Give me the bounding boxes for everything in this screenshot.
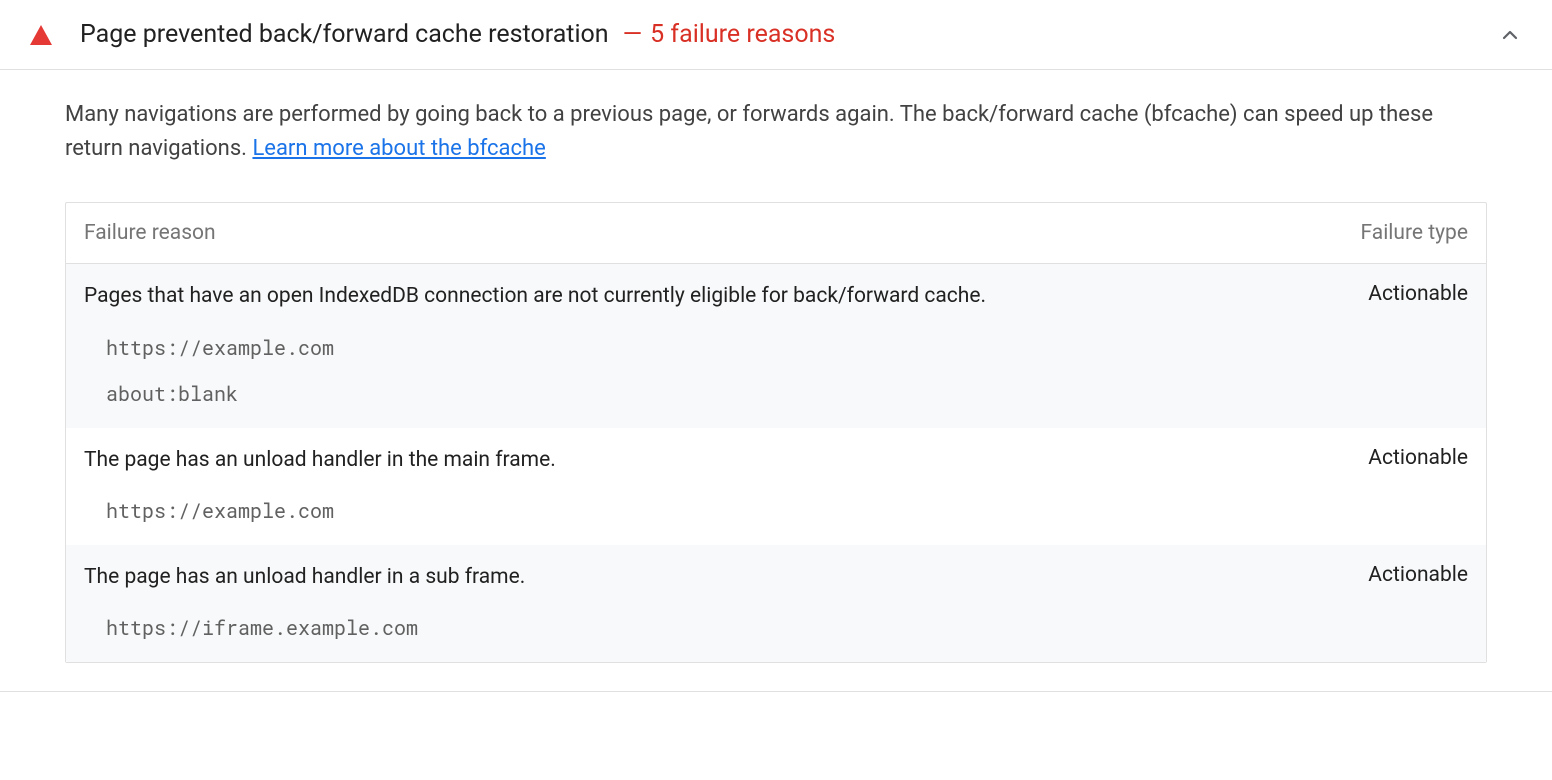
badge-text: 5 failure reasons (650, 20, 835, 49)
frame-url: https://example.com (106, 334, 1468, 362)
audit-container: Page prevented back/forward cache restor… (0, 0, 1552, 692)
audit-failure-count: —5 failure reasons (623, 20, 836, 49)
table-header: Failure reason Failure type (66, 203, 1486, 264)
row-main: The page has an unload handler in the ma… (84, 446, 1468, 475)
table-row: The page has an unload handler in a sub … (66, 545, 1486, 662)
failure-table: Failure reason Failure type Pages that h… (65, 202, 1487, 663)
frame-url: https://example.com (106, 497, 1468, 525)
failure-type: Actionable (1368, 282, 1468, 306)
audit-body: Many navigations are performed by going … (0, 70, 1552, 663)
audit-header[interactable]: Page prevented back/forward cache restor… (0, 0, 1552, 70)
chevron-up-icon[interactable] (1498, 23, 1522, 47)
column-header-reason: Failure reason (84, 221, 1361, 245)
failure-reason: Pages that have an open IndexedDB connec… (84, 282, 1344, 311)
column-header-type: Failure type (1361, 221, 1468, 245)
frame-url: https://iframe.example.com (106, 614, 1468, 642)
table-row: The page has an unload handler in the ma… (66, 428, 1486, 545)
failure-reason: The page has an unload handler in a sub … (84, 563, 1344, 592)
sub-items: https://example.com about:blank (84, 334, 1468, 408)
failure-type: Actionable (1368, 446, 1468, 470)
row-main: Pages that have an open IndexedDB connec… (84, 282, 1468, 311)
frame-url: about:blank (106, 380, 1468, 408)
badge-dash: — (623, 20, 643, 49)
footer-border (0, 691, 1552, 692)
table-row: Pages that have an open IndexedDB connec… (66, 264, 1486, 427)
audit-description: Many navigations are performed by going … (65, 98, 1487, 166)
audit-title: Page prevented back/forward cache restor… (80, 20, 609, 49)
learn-more-link[interactable]: Learn more about the bfcache (252, 136, 545, 161)
warning-triangle-icon (30, 25, 52, 45)
row-main: The page has an unload handler in a sub … (84, 563, 1468, 592)
failure-reason: The page has an unload handler in the ma… (84, 446, 1344, 475)
sub-items: https://example.com (84, 497, 1468, 525)
failure-type: Actionable (1368, 563, 1468, 587)
sub-items: https://iframe.example.com (84, 614, 1468, 642)
